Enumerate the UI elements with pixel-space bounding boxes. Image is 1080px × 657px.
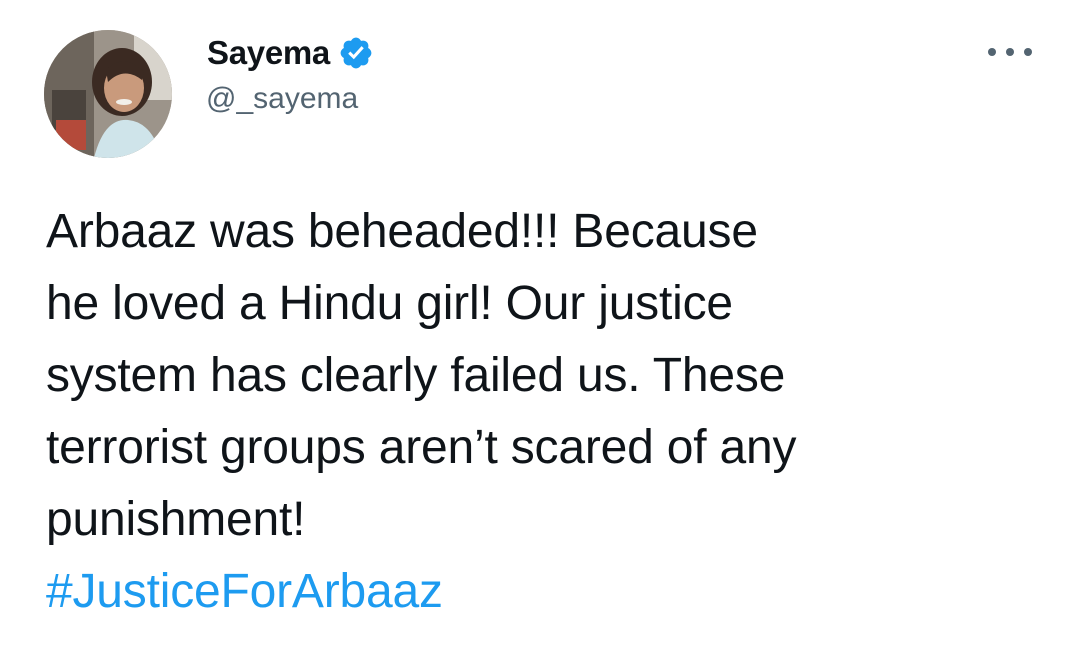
tweet-text-line: system has clearly failed us. These [46, 349, 786, 402]
tweet-text-line: Arbaaz was beheaded!!! Because [46, 205, 758, 258]
author-display-name[interactable]: Sayema [207, 34, 330, 72]
dot-icon [988, 48, 996, 56]
author-name-row: Sayema [207, 30, 374, 76]
dot-icon [1006, 48, 1014, 56]
tweet-card: Sayema @_sayema Arbaaz was beheaded!!! B… [0, 0, 1080, 657]
author-avatar[interactable] [44, 30, 172, 158]
tweet-text-line: he loved a Hindu girl! Our justice [46, 277, 733, 330]
hashtag-link[interactable]: #JusticeForArbaaz [46, 556, 1056, 628]
author-handle[interactable]: @_sayema [206, 82, 358, 116]
more-options-icon[interactable] [988, 40, 1032, 64]
tweet-text-line: punishment! [46, 493, 306, 546]
tweet-body: Arbaaz was beheaded!!! Because he loved … [46, 196, 1056, 628]
profile-photo [44, 30, 172, 158]
verified-badge-icon [338, 35, 374, 71]
tweet-text-line: terrorist groups aren’t scared of any [46, 421, 797, 474]
dot-icon [1024, 48, 1032, 56]
